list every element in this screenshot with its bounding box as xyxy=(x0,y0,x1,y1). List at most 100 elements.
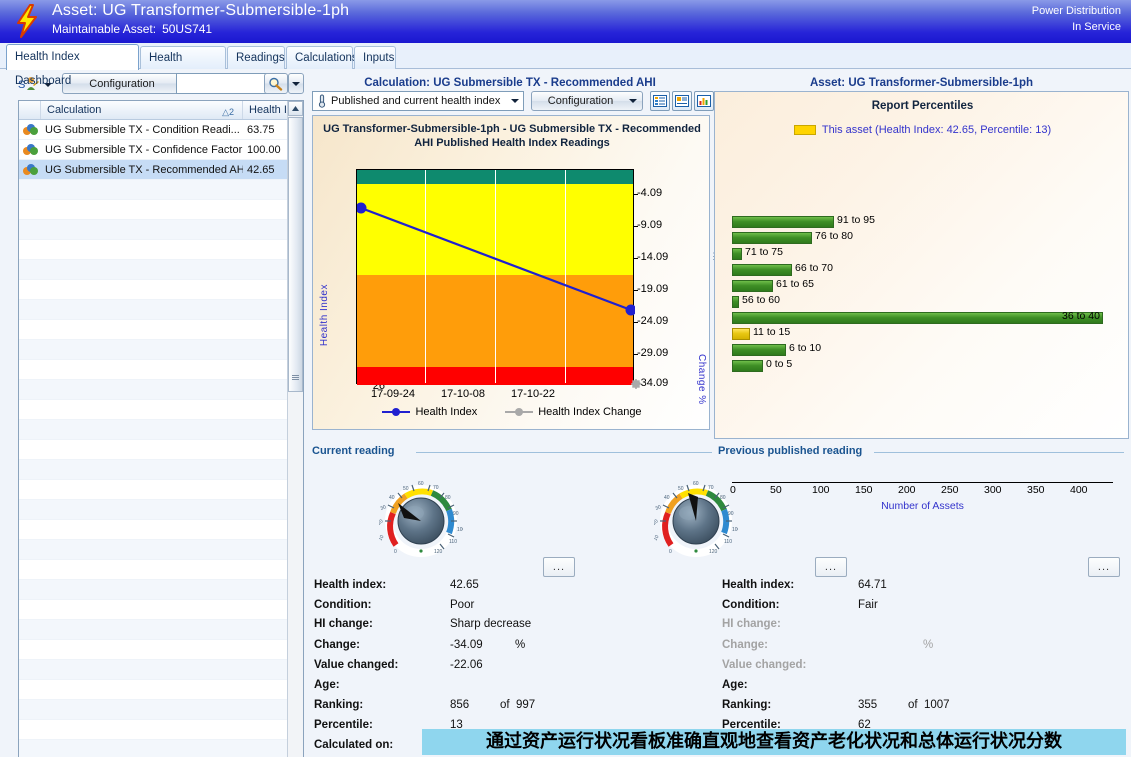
svg-text:60: 60 xyxy=(693,481,699,487)
y2-tick: -14.09 xyxy=(637,251,669,263)
tab-readings[interactable]: Readings xyxy=(227,46,285,69)
configuration-button-chart[interactable]: Configuration xyxy=(531,91,643,111)
field-value-hi-change: Sharp decrease xyxy=(450,618,532,630)
list-item[interactable] xyxy=(19,340,303,360)
tab-health-indexes[interactable]: Health Indexes xyxy=(140,46,226,86)
svg-text:90: 90 xyxy=(728,511,734,517)
list-item[interactable] xyxy=(19,660,303,680)
row-calculation: UG Submersible TX - Confidence Factor xyxy=(45,144,243,156)
field-label-value-changed: Value changed: xyxy=(722,659,807,671)
x-tick: 17-10-22 xyxy=(511,388,556,400)
field-value-change: -34.09 xyxy=(450,639,483,651)
field-of-label-ranking: of xyxy=(908,699,918,711)
grid-header-calculation[interactable]: Calculation △2 xyxy=(41,101,243,119)
tab-inputs[interactable]: Inputs xyxy=(354,46,396,69)
x-tick: 17-09-24 xyxy=(371,388,416,400)
bar-label: 71 to 75 xyxy=(745,246,783,258)
table-row[interactable]: UG Submersible TX - Confidence Factor 10… xyxy=(19,140,303,160)
tab-health-index-dashboard[interactable]: Health Index Dashboard xyxy=(6,44,139,87)
list-item[interactable] xyxy=(19,320,303,340)
list-item[interactable] xyxy=(19,560,303,580)
list-view-icon[interactable] xyxy=(650,91,670,111)
calculations-grid[interactable]: Calculation △2 Health I UG Submersible T… xyxy=(18,100,304,757)
field-value-ranking: 856 xyxy=(450,699,470,711)
svg-text:70: 70 xyxy=(433,485,439,491)
list-item[interactable] xyxy=(19,220,303,240)
x-tick: 50 xyxy=(770,484,782,496)
x-tick: 200 xyxy=(898,484,916,496)
row-calculation: UG Submersible TX - Condition Readi... xyxy=(45,124,240,136)
list-item[interactable] xyxy=(19,480,303,500)
list-item[interactable] xyxy=(19,740,303,757)
list-item[interactable] xyxy=(19,260,303,280)
svg-text:50: 50 xyxy=(678,486,684,492)
grid-vertical-scrollbar[interactable] xyxy=(287,101,303,757)
list-item[interactable] xyxy=(19,720,303,740)
table-row-selected[interactable]: UG Submersible TX - Recommended AHI 42.6… xyxy=(19,160,303,180)
detail-view-icon[interactable] xyxy=(672,91,692,111)
bar-61-to-65 xyxy=(732,280,773,292)
svg-text:30: 30 xyxy=(380,504,387,512)
list-item[interactable] xyxy=(19,500,303,520)
application-window: Asset: UG Transformer-Submersible-1ph Ma… xyxy=(0,0,1131,757)
bar-6-to-10 xyxy=(732,344,786,356)
svg-text:90: 90 xyxy=(453,511,459,517)
scroll-thumb[interactable] xyxy=(288,117,303,392)
field-label-ranking: Ranking: xyxy=(314,699,364,711)
title-bar: Asset: UG Transformer-Submersible-1ph Ma… xyxy=(0,0,1131,43)
field-unit-change: % xyxy=(923,639,934,651)
find-button[interactable] xyxy=(264,73,288,94)
list-item[interactable] xyxy=(19,580,303,600)
sort-indicator: △2 xyxy=(222,107,234,117)
find-options-button[interactable] xyxy=(288,73,304,94)
list-item[interactable] xyxy=(19,460,303,480)
field-value-health-index: 64.71 xyxy=(858,579,887,591)
list-item[interactable] xyxy=(19,380,303,400)
bar-label: 0 to 5 xyxy=(766,358,793,370)
section-title: Current reading xyxy=(312,445,395,457)
chart-splitter-handle[interactable]: ⋮ xyxy=(709,252,718,261)
svg-text:50: 50 xyxy=(403,486,409,492)
list-item[interactable] xyxy=(19,440,303,460)
bar-label: 61 to 65 xyxy=(776,278,814,290)
list-item[interactable] xyxy=(19,400,303,420)
bar-label: 36 to 40 xyxy=(1062,310,1100,322)
field-label-change: Change: xyxy=(314,639,360,651)
list-item[interactable] xyxy=(19,360,303,380)
current-reading-section-header: Current reading xyxy=(312,445,714,459)
bar-label: 6 to 10 xyxy=(789,342,822,354)
asset-category: Power Distribution xyxy=(1031,5,1121,17)
scroll-up-button[interactable] xyxy=(288,101,303,116)
previous-reading-more-button-2[interactable]: ... xyxy=(1088,557,1120,577)
percentile-bars: 91 to 95 76 to 80 71 to 75 66 to 70 61 t… xyxy=(732,214,1120,401)
reading-type-value: Published and current health index xyxy=(331,95,501,107)
y2-tick: -4.09 xyxy=(637,187,663,199)
list-item[interactable] xyxy=(19,200,303,220)
list-item[interactable] xyxy=(19,240,303,260)
asset-caption: Asset: UG Transformer-Submersible-1ph xyxy=(809,77,1034,89)
list-item[interactable] xyxy=(19,540,303,560)
svg-text:120: 120 xyxy=(709,549,718,555)
list-item[interactable] xyxy=(19,300,303,320)
tab-calculations[interactable]: Calculations xyxy=(286,46,358,69)
bar-label: 66 to 70 xyxy=(795,262,833,274)
list-item[interactable] xyxy=(19,640,303,660)
bar-label: 56 to 60 xyxy=(742,294,780,306)
svg-text:20: 20 xyxy=(654,518,660,526)
list-item[interactable] xyxy=(19,520,303,540)
chart-view-icon[interactable] xyxy=(694,91,714,111)
table-row[interactable]: UG Submersible TX - Condition Readi... 6… xyxy=(19,120,303,140)
list-item[interactable] xyxy=(19,700,303,720)
calculation-icon xyxy=(19,140,41,159)
list-item[interactable] xyxy=(19,620,303,640)
reading-type-select[interactable]: Published and current health index xyxy=(312,91,524,111)
line-chart-y2-axis-label: Change % xyxy=(696,354,707,405)
previous-reading-more-button[interactable]: ... xyxy=(815,557,847,577)
list-item[interactable] xyxy=(19,420,303,440)
list-item[interactable] xyxy=(19,280,303,300)
list-item[interactable] xyxy=(19,600,303,620)
list-item[interactable] xyxy=(19,180,303,200)
current-reading-more-button[interactable]: ... xyxy=(543,557,575,577)
field-value-condition: Poor xyxy=(450,599,475,611)
list-item[interactable] xyxy=(19,680,303,700)
